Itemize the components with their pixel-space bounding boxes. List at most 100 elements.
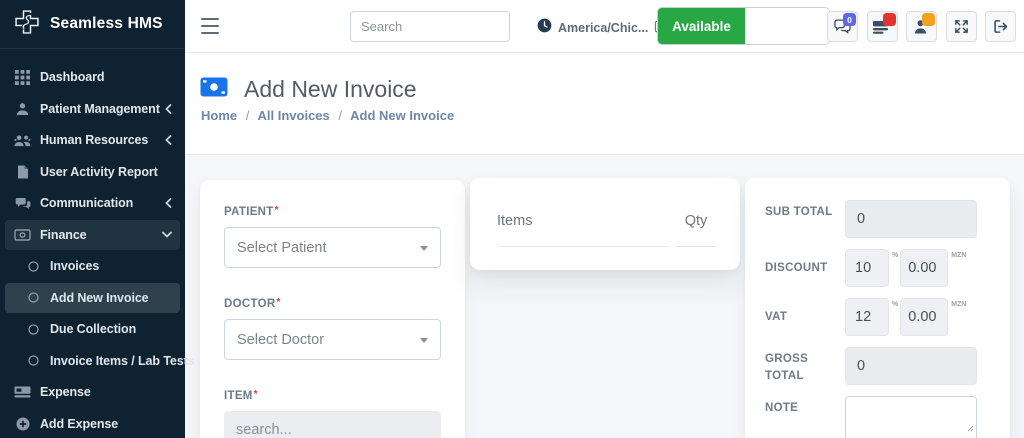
subtotal-label: SUB TOTAL — [765, 200, 845, 238]
circle-icon — [28, 292, 39, 303]
subtotal-input[interactable] — [845, 200, 977, 238]
sidebar-item-label: Add New Invoice — [50, 291, 149, 305]
banknote-icon — [14, 229, 31, 241]
chevron-down-icon — [420, 246, 428, 251]
invoice-totals-card: SUB TOTAL DISCOUNT % MZN VAT — [745, 178, 1010, 438]
menu-toggle-button[interactable] — [201, 18, 219, 34]
breadcrumb-home[interactable]: Home — [201, 108, 237, 123]
chevron-down-icon — [162, 231, 172, 238]
chevron-left-icon — [165, 198, 172, 208]
sidebar-item-label: Communication — [40, 196, 133, 210]
chevron-down-icon — [420, 338, 428, 343]
availability-control[interactable]: Available — [658, 8, 829, 44]
messages-button[interactable]: 0 — [827, 11, 858, 42]
topbar-actions: 0 — [827, 11, 1016, 42]
brand[interactable]: Seamless HMS — [0, 0, 185, 49]
sidebar-item-dashboard[interactable]: Dashboard — [5, 62, 180, 92]
sidebar-item-label: Dashboard — [40, 70, 104, 84]
discount-label: DISCOUNT — [765, 249, 845, 287]
availability-select[interactable] — [745, 8, 829, 44]
sidebar-item-add-new-invoice[interactable]: Add New Invoice — [5, 283, 180, 313]
subtotal-row: SUB TOTAL — [765, 200, 990, 238]
sidebar-item-invoice-items-lab-tests[interactable]: Invoice Items / Lab Tests — [5, 346, 180, 376]
item-search-input[interactable] — [224, 411, 441, 438]
sidebar-menu: Dashboard Patient Management — [0, 49, 185, 438]
patient-select[interactable]: Select Patient — [224, 227, 441, 268]
percent-unit: % — [892, 252, 898, 259]
page-header: Add New Invoice Home / All Invoices / Ad… — [185, 53, 1024, 155]
hms-logo-icon — [13, 8, 41, 41]
discount-amount-input[interactable] — [900, 249, 948, 287]
note-row: NOTE — [765, 396, 990, 438]
card-icon — [14, 386, 31, 398]
content-area: PATIENT* Select Patient DOCTOR* Select D… — [185, 155, 1024, 438]
file-icon — [14, 165, 31, 179]
brand-title: Seamless HMS — [50, 15, 163, 33]
patient-select-value: Select Patient — [237, 240, 326, 256]
chat-bubbles-icon — [14, 197, 31, 210]
doctor-select-value: Select Doctor — [237, 332, 324, 348]
invoices-notifications-button[interactable] — [867, 11, 898, 42]
search-input[interactable] — [350, 11, 510, 42]
sidebar-item-label: Due Collection — [50, 322, 136, 336]
logout-button[interactable] — [985, 11, 1016, 42]
vat-row: VAT % MZN — [765, 298, 990, 336]
resize-grip-icon[interactable] — [967, 419, 974, 437]
availability-status-button[interactable]: Available — [658, 8, 745, 44]
sidebar-item-user-activity-report[interactable]: User Activity Report — [5, 157, 180, 187]
sidebar-item-label: User Activity Report — [40, 165, 158, 179]
sidebar-item-communication[interactable]: Communication — [5, 188, 180, 218]
item-label: ITEM* — [224, 389, 441, 402]
patient-icon — [14, 102, 31, 116]
patient-messages-button[interactable] — [906, 11, 937, 42]
doctor-select[interactable]: Select Doctor — [224, 319, 441, 360]
circle-icon — [28, 355, 39, 366]
discount-row: DISCOUNT % MZN — [765, 249, 990, 287]
currency-unit: MZN — [951, 252, 966, 259]
gross-total-label: GROSS TOTAL — [765, 347, 845, 385]
money-icon — [200, 77, 228, 102]
patient-messages-badge — [922, 13, 935, 26]
clock-icon — [537, 18, 552, 38]
chevron-left-icon — [165, 135, 172, 145]
invoice-items-card: Items Qty — [470, 178, 740, 270]
sidebar-item-finance[interactable]: Finance — [5, 220, 180, 250]
page-title: Add New Invoice — [244, 76, 417, 103]
vat-label: VAT — [765, 298, 845, 336]
topbar: America/Chic... Available — [185, 0, 1024, 53]
circle-icon — [28, 324, 39, 335]
sidebar-item-patient-management[interactable]: Patient Management — [5, 94, 180, 124]
sidebar-item-label: Human Resources — [40, 133, 148, 147]
discount-percent-input[interactable] — [845, 249, 889, 287]
sidebar-item-label: Expense — [40, 385, 91, 399]
breadcrumb-separator: / — [333, 108, 347, 123]
sidebar-item-expense[interactable]: Expense — [5, 377, 180, 407]
invoice-form-card: PATIENT* Select Patient DOCTOR* Select D… — [200, 180, 465, 438]
vat-percent-input[interactable] — [845, 298, 889, 336]
plus-circle-icon — [14, 417, 31, 431]
chevron-left-icon — [165, 104, 172, 114]
note-textarea[interactable] — [845, 396, 977, 438]
app-window: Seamless HMS Dashboard — [0, 0, 1024, 438]
sidebar-item-add-expense[interactable]: Add Expense — [5, 409, 180, 438]
grid-icon — [14, 70, 31, 85]
vat-amount-input[interactable] — [900, 298, 948, 336]
sidebar-item-label: Add Expense — [40, 417, 118, 431]
breadcrumb: Home / All Invoices / Add New Invoice — [201, 108, 454, 123]
sidebar-item-due-collection[interactable]: Due Collection — [5, 314, 180, 344]
doctor-label: DOCTOR* — [224, 297, 441, 310]
percent-unit: % — [892, 301, 898, 308]
breadcrumb-all-invoices[interactable]: All Invoices — [258, 108, 330, 123]
people-icon — [14, 134, 31, 147]
breadcrumb-separator: / — [241, 108, 255, 123]
sidebar-item-label: Invoices — [50, 259, 99, 273]
gross-total-input[interactable] — [845, 347, 977, 385]
circle-icon — [28, 261, 39, 272]
main-area: America/Chic... Available — [185, 0, 1024, 438]
invoices-notifications-badge — [883, 13, 896, 26]
qty-column-header: Qty — [676, 213, 716, 247]
fullscreen-button[interactable] — [946, 11, 977, 42]
sidebar-item-invoices[interactable]: Invoices — [5, 251, 180, 281]
sidebar-item-human-resources[interactable]: Human Resources — [5, 125, 180, 155]
timezone-widget[interactable]: America/Chic... — [537, 18, 668, 38]
